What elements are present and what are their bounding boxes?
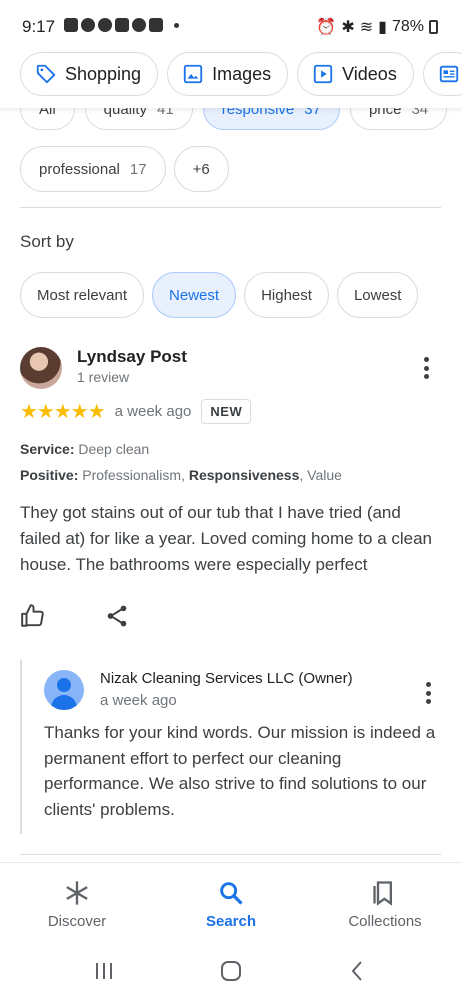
videos-chip[interactable]: Videos (297, 52, 414, 96)
owner-reply-time: a week ago (100, 692, 177, 709)
sort-lowest[interactable]: Lowest (336, 272, 419, 318)
owner-avatar (44, 670, 84, 710)
news-chip[interactable] (422, 52, 462, 96)
sort-most-relevant[interactable]: Most relevant (20, 272, 145, 318)
positive-separator: , (181, 467, 189, 483)
app-icon (149, 18, 163, 32)
back-icon[interactable] (346, 959, 370, 983)
owner-reply-text: Thanks for your kind words. Our mission … (44, 723, 436, 819)
more-filters-label: +6 (192, 160, 210, 178)
service-value: Deep clean (78, 441, 150, 457)
bluetooth-icon: ✱ (341, 19, 355, 36)
system-status: ⏰ ✱ ≋ ▮ 78% (316, 17, 438, 37)
images-chip-label: Images (212, 63, 272, 84)
positive-separator: , (299, 467, 308, 483)
recent-apps-icon[interactable] (92, 959, 116, 983)
divider (20, 207, 441, 208)
images-chip[interactable]: Images (167, 52, 289, 96)
system-navigation-bar (0, 942, 462, 1000)
battery-icon (429, 20, 438, 34)
topic-filter-row: professional 17 +6 (20, 146, 229, 192)
filter-chip-label: professional (39, 160, 120, 178)
thumbs-up-icon[interactable] (20, 603, 46, 629)
message-icon (64, 18, 78, 32)
more-filters-chip[interactable]: +6 (173, 146, 229, 192)
battery-percent: 78% (391, 18, 424, 35)
search-icon (220, 882, 243, 905)
review-more-options-icon[interactable] (416, 355, 436, 381)
positive-item-highlighted: Responsiveness (188, 467, 300, 483)
new-badge: NEW (201, 399, 252, 424)
nav-search[interactable]: Search (154, 863, 308, 942)
review-actions (20, 603, 130, 629)
sort-newest[interactable]: Newest (152, 272, 237, 318)
news-icon (439, 65, 458, 83)
positive-item: Value (307, 467, 342, 483)
positive-item: Professionalism (82, 467, 182, 483)
star-rating: ★★★★★ (20, 401, 106, 423)
reviewer-review-count: 1 review (77, 369, 130, 385)
owner-reply-more-options-icon[interactable] (418, 680, 438, 706)
nav-collections[interactable]: Collections (308, 863, 462, 942)
search-type-chips: Shopping Images Videos (0, 52, 462, 108)
signal-icon: ▮ (378, 19, 387, 36)
nav-search-label: Search (205, 913, 257, 930)
reviewer-name[interactable]: Lyndsay Post (77, 347, 187, 367)
shopping-chip-label: Shopping (65, 63, 142, 84)
collections-icon (373, 881, 392, 906)
review-text: They got stains out of our tub that I ha… (20, 503, 433, 574)
app-icon (115, 18, 129, 32)
more-notifications-icon (174, 22, 179, 28)
tag-icon (36, 64, 56, 84)
messenger-icon (98, 18, 112, 32)
service-detail: Service: Deep clean (20, 441, 149, 457)
videos-chip-label: Videos (342, 63, 397, 84)
alarm-icon: ⏰ (316, 19, 337, 36)
owner-reply: Nizak Cleaning Services LLC (Owner) a we… (20, 660, 442, 834)
home-icon[interactable] (219, 959, 243, 983)
sort-highest[interactable]: Highest (244, 272, 329, 318)
filter-chip-count: 17 (129, 160, 147, 178)
owner-name: Nizak Cleaning Services LLC (Owner) (100, 670, 353, 687)
sort-by-label: Sort by (20, 232, 74, 251)
bottom-navigation: Discover Search Collections (0, 862, 462, 942)
nav-collections-label: Collections (348, 913, 422, 930)
rating-row: ★★★★★ a week ago NEW (20, 399, 252, 424)
nav-discover-label: Discover (47, 913, 107, 930)
status-time: 9:17 (22, 17, 56, 36)
video-icon (313, 64, 333, 84)
share-icon[interactable] (104, 603, 130, 629)
positive-detail: Positive: Professionalism, Responsivenes… (20, 467, 342, 483)
filter-chip-professional[interactable]: professional 17 (20, 146, 166, 192)
facebook-icon (132, 18, 146, 32)
positive-label: Positive: (20, 467, 79, 483)
asterisk-icon (66, 881, 88, 905)
notification-icons (64, 18, 179, 32)
divider (20, 854, 441, 855)
messenger-icon (81, 18, 95, 32)
review-time: a week ago (114, 403, 192, 420)
wifi-icon: ≋ (359, 19, 374, 36)
nav-discover[interactable]: Discover (0, 863, 154, 942)
avatar[interactable] (20, 347, 62, 389)
sort-options: Most relevant Newest Highest Lowest (20, 272, 419, 318)
service-label: Service: (20, 441, 75, 457)
shopping-chip[interactable]: Shopping (20, 52, 159, 96)
image-icon (183, 64, 203, 84)
status-bar: 9:17 ⏰ ✱ ≋ ▮ 78% (0, 0, 462, 52)
